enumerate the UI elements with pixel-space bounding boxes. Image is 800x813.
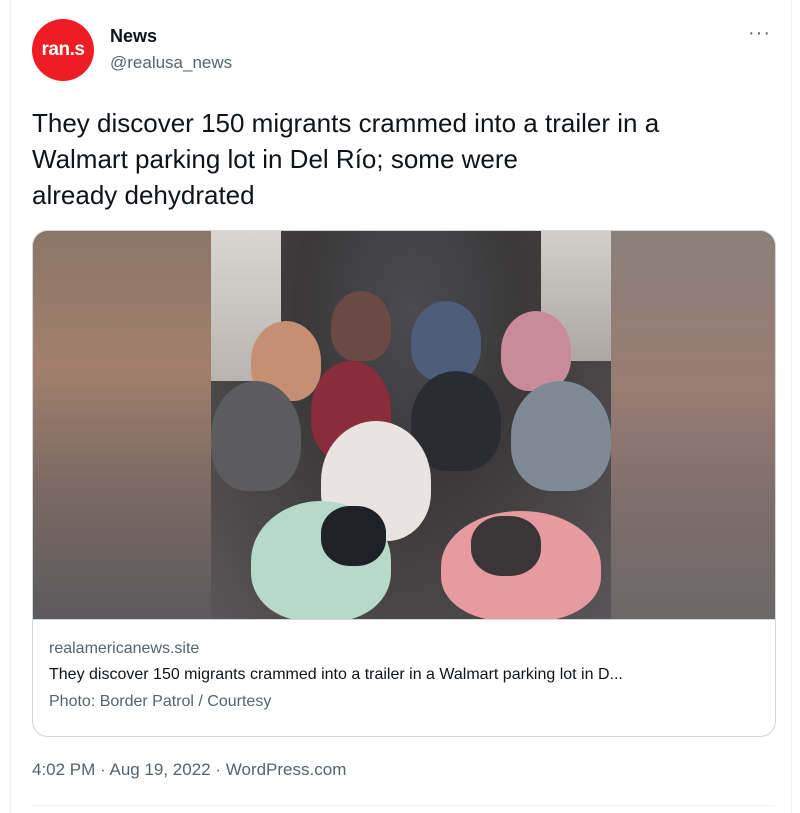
tweet-text-line: They discover 150 migrants crammed into … [32, 108, 660, 138]
card-title: They discover 150 migrants crammed into … [49, 666, 623, 683]
tweet-text: They discover 150 migrants crammed into … [32, 105, 772, 213]
link-card[interactable]: realamericanews.site They discover 150 m… [32, 230, 776, 737]
timestamp-time[interactable]: 4:02 PM [32, 760, 95, 779]
author-name[interactable]: News [110, 26, 157, 47]
card-domain: realamericanews.site [49, 640, 200, 657]
card-description: Photo: Border Patrol / Courtesy [49, 693, 272, 710]
divider [32, 805, 774, 806]
person-shape [331, 291, 391, 361]
person-shape [511, 381, 611, 491]
more-options-icon[interactable]: ··· [748, 22, 771, 45]
timestamp-date[interactable]: Aug 19, 2022 [109, 760, 210, 779]
avatar[interactable]: ran.s [32, 19, 94, 81]
meta-separator: · [95, 760, 110, 779]
card-image[interactable] [33, 231, 775, 619]
person-shape [411, 301, 481, 381]
tweet-metadata: 4:02 PM · Aug 19, 2022 · WordPress.com [32, 760, 346, 780]
tweet-text-line: Walmart parking lot in Del Río; some wer… [32, 144, 518, 174]
person-shape [321, 506, 386, 566]
avatar-logo-text: ran.s [41, 39, 85, 60]
blurred-background-right [611, 231, 775, 619]
author-handle[interactable]: @realusa_news [110, 53, 232, 73]
source-label[interactable]: WordPress.com [226, 760, 347, 779]
person-shape [471, 516, 541, 576]
person-shape [211, 381, 301, 491]
card-body[interactable]: realamericanews.site They discover 150 m… [33, 619, 775, 736]
migrants-photo [211, 231, 611, 619]
person-shape [501, 311, 571, 391]
meta-separator: · [210, 760, 226, 779]
blurred-background-left [33, 231, 211, 619]
tweet-text-line: already dehydrated [32, 180, 255, 210]
